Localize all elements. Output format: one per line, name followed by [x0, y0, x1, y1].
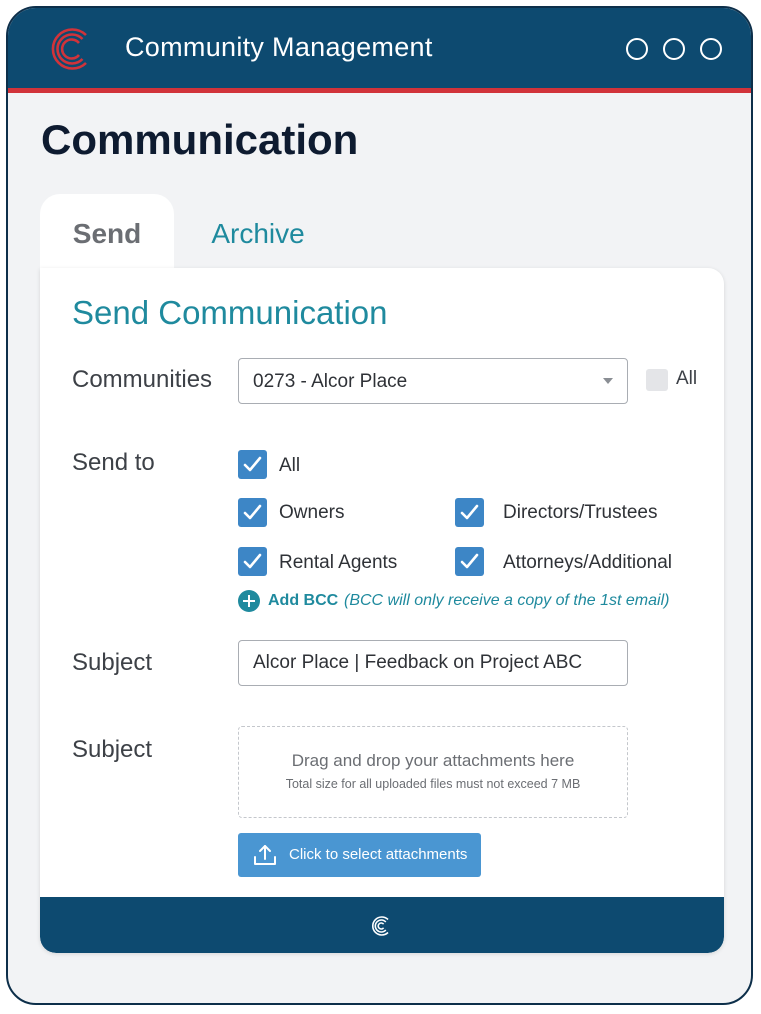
page-title: Communication [41, 116, 359, 163]
subject-label: Subject [72, 649, 153, 676]
bcc-note: (BCC will only receive a copy of the 1st… [344, 592, 670, 609]
window-control-circle-2[interactable] [663, 38, 685, 60]
communities-all-checkbox[interactable] [646, 369, 668, 391]
communities-select[interactable]: 0273 - Alcor Place [238, 358, 628, 404]
checkmark-icon [243, 456, 262, 472]
community-logo-icon [372, 916, 389, 936]
checkmark-icon [243, 504, 262, 520]
send-to-label: Send to [72, 449, 155, 476]
send-to-rental-agents-label: Rental Agents [279, 552, 398, 573]
communities-all-label: All [676, 368, 698, 389]
communities-label: Communities [72, 366, 213, 393]
panel-footer [40, 897, 724, 953]
select-attachments-label: Click to select attachments [289, 846, 468, 863]
checkmark-icon [243, 553, 262, 569]
window-control-circle-1[interactable] [626, 38, 648, 60]
attachment-dropzone[interactable]: Drag and drop your attachments here Tota… [238, 726, 628, 818]
community-logo-icon [51, 28, 87, 70]
send-to-owners-checkbox[interactable] [238, 498, 267, 527]
plus-circle-icon[interactable] [238, 590, 260, 612]
tab-send[interactable]: Send [40, 194, 174, 274]
select-attachments-button[interactable]: Click to select attachments [238, 833, 481, 877]
panel-title: Send Communication [72, 294, 388, 331]
chevron-down-icon [603, 378, 613, 384]
upload-icon [254, 845, 276, 865]
dropzone-title: Drag and drop your attachments here [291, 751, 575, 770]
title-bar: Community Management [8, 8, 751, 93]
attachments-label: Subject [72, 736, 153, 763]
send-communication-panel: Send Communication Communities 0273 - Al… [40, 268, 724, 953]
send-to-attorneys-checkbox[interactable] [455, 547, 484, 576]
subject-input[interactable] [238, 640, 628, 686]
send-to-directors-checkbox[interactable] [455, 498, 484, 527]
send-to-all-label: All [279, 455, 301, 476]
communities-selected-value: 0273 - Alcor Place [253, 371, 408, 392]
send-to-all-checkbox[interactable] [238, 450, 267, 479]
add-bcc-link[interactable]: Add BCC [268, 592, 338, 610]
window-control-circle-3[interactable] [700, 38, 722, 60]
send-to-owners-label: Owners [279, 502, 345, 523]
checkmark-icon [460, 553, 479, 569]
tab-archive[interactable]: Archive [188, 194, 328, 274]
send-to-directors-label: Directors/Trustees [503, 502, 658, 523]
dropzone-size-note: Total size for all uploaded files must n… [285, 777, 581, 791]
checkmark-icon [460, 504, 479, 520]
send-to-rental-agents-checkbox[interactable] [238, 547, 267, 576]
app-title: Community Management [125, 32, 433, 62]
send-to-attorneys-label: Attorneys/Additional [503, 552, 672, 573]
app-window: Community Management Communication Send … [6, 6, 753, 1005]
